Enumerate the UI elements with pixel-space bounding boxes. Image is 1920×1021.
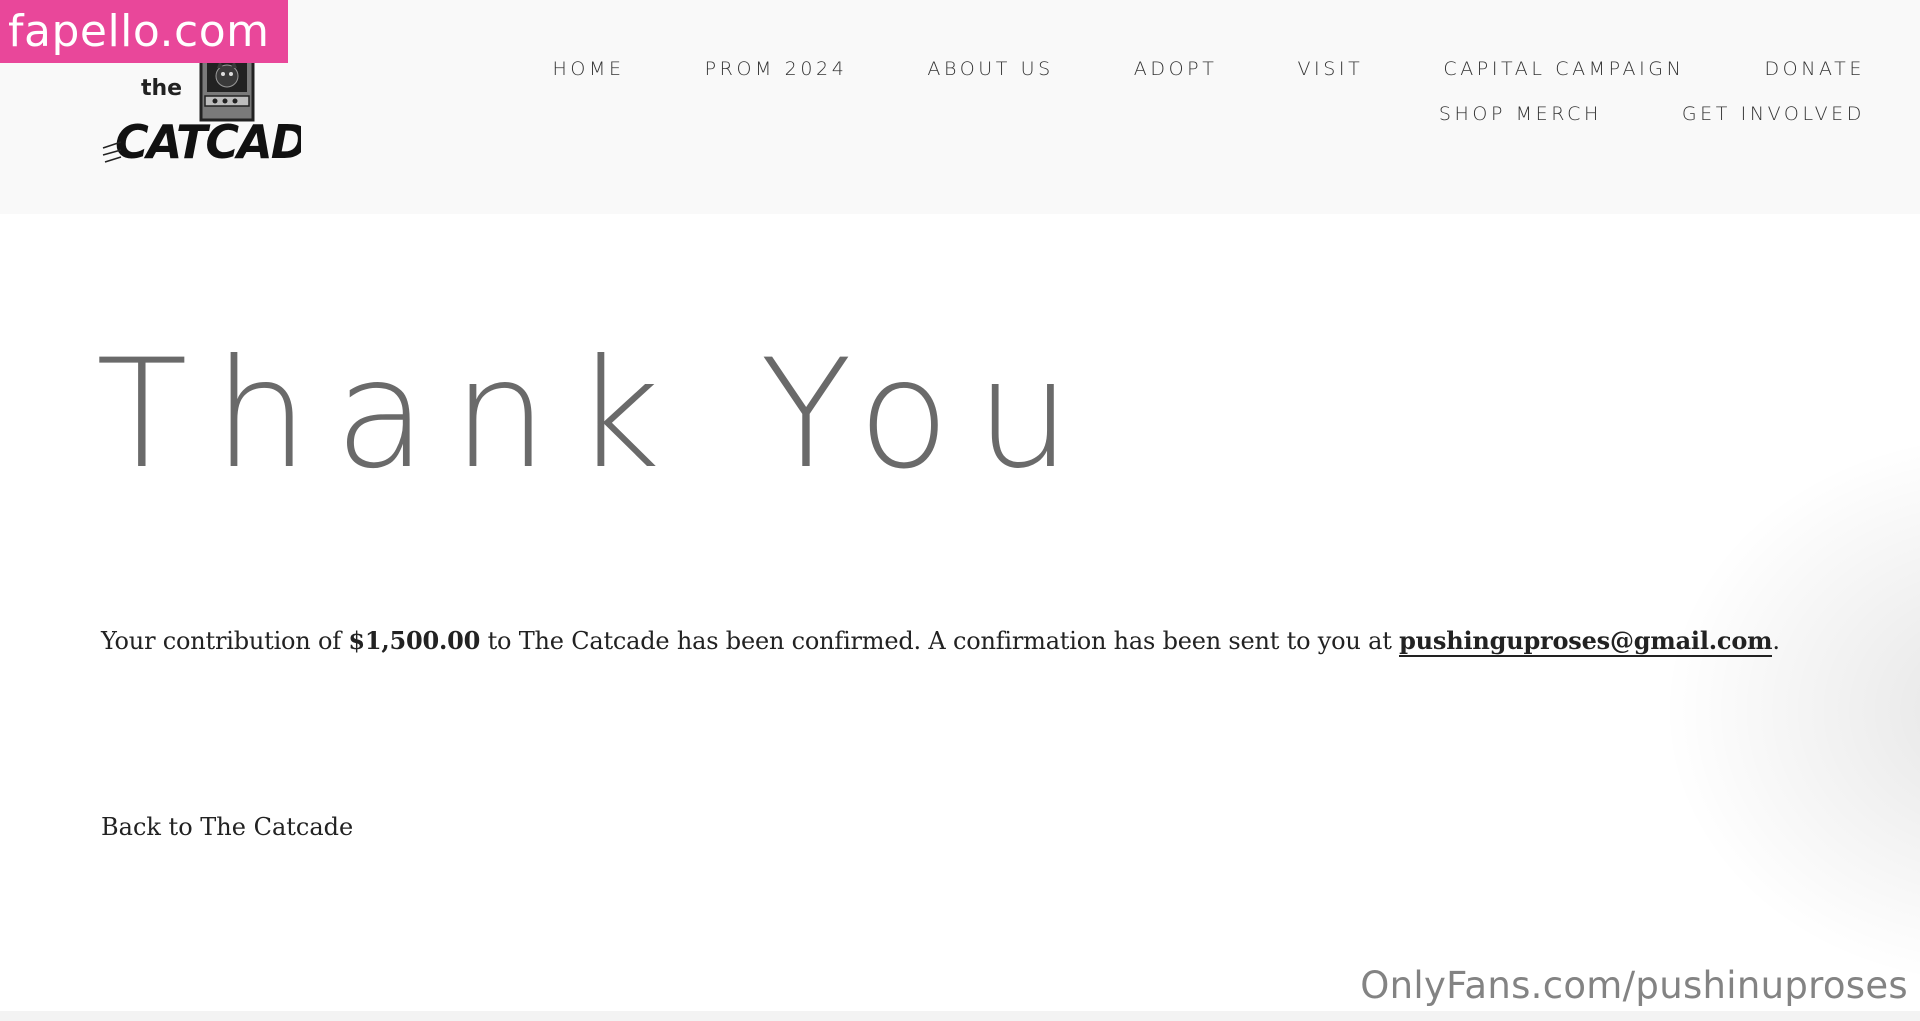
page-title: Thank You [96,328,1097,502]
nav-prom-2024[interactable]: PROM 2024 [705,58,848,80]
watermark-fapello: fapello.com [0,0,288,63]
main-nav-row-2: SHOP MERCH GET INVOLVED [1439,103,1865,125]
main-nav-row-1: HOME PROM 2024 ABOUT US ADOPT VISIT CAPI… [553,58,1865,80]
confirmation-message: Your contribution of $1,500.00 to The Ca… [101,626,1780,657]
email-link[interactable]: pushinguproses@gmail.com [1399,626,1773,657]
page: the CATCADE HOME PROM 2024 ABOUT US ADOP… [0,0,1920,1021]
nav-home[interactable]: HOME [553,58,625,80]
nav-visit[interactable]: VISIT [1297,58,1363,80]
nav-adopt[interactable]: ADOPT [1134,58,1218,80]
logo-small-text: the [141,76,182,101]
edge-shadow [1660,430,1920,990]
back-to-catcade-link[interactable]: Back to The Catcade [101,813,353,841]
contribution-amount: $1,500.00 [348,626,481,655]
nav-donate[interactable]: DONATE [1764,58,1865,80]
bottom-strip [0,1011,1920,1021]
watermark-onlyfans: OnlyFans.com/pushinuproses [1360,964,1908,1007]
site-header: the CATCADE HOME PROM 2024 ABOUT US ADOP… [0,0,1920,214]
nav-shop-merch[interactable]: SHOP MERCH [1439,103,1602,125]
logo-main-text: CATCADE [115,115,301,169]
nav-get-involved[interactable]: GET INVOLVED [1682,103,1865,125]
confirmation-prefix: Your contribution of [101,627,349,655]
confirmation-middle: to The Catcade has been confirmed. A con… [480,627,1400,655]
nav-about-us[interactable]: ABOUT US [927,58,1053,80]
confirmation-suffix: . [1772,627,1780,655]
nav-capital-campaign[interactable]: CAPITAL CAMPAIGN [1443,58,1684,80]
